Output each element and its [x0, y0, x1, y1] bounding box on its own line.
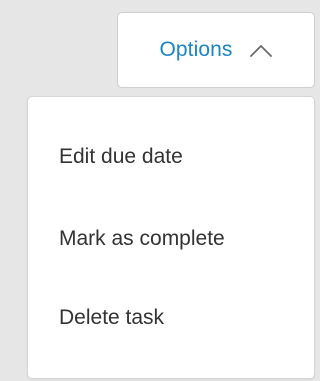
- menu-item-edit-due-date[interactable]: Edit due date: [59, 145, 183, 169]
- menu-item-delete-task[interactable]: Delete task: [59, 306, 164, 330]
- options-button[interactable]: Options: [117, 12, 315, 88]
- options-button-label: Options: [159, 38, 233, 61]
- chevron-up-icon: [249, 44, 273, 58]
- options-dropdown-menu: Edit due date Mark as complete Delete ta…: [27, 96, 315, 379]
- menu-item-mark-as-complete[interactable]: Mark as complete: [59, 227, 225, 251]
